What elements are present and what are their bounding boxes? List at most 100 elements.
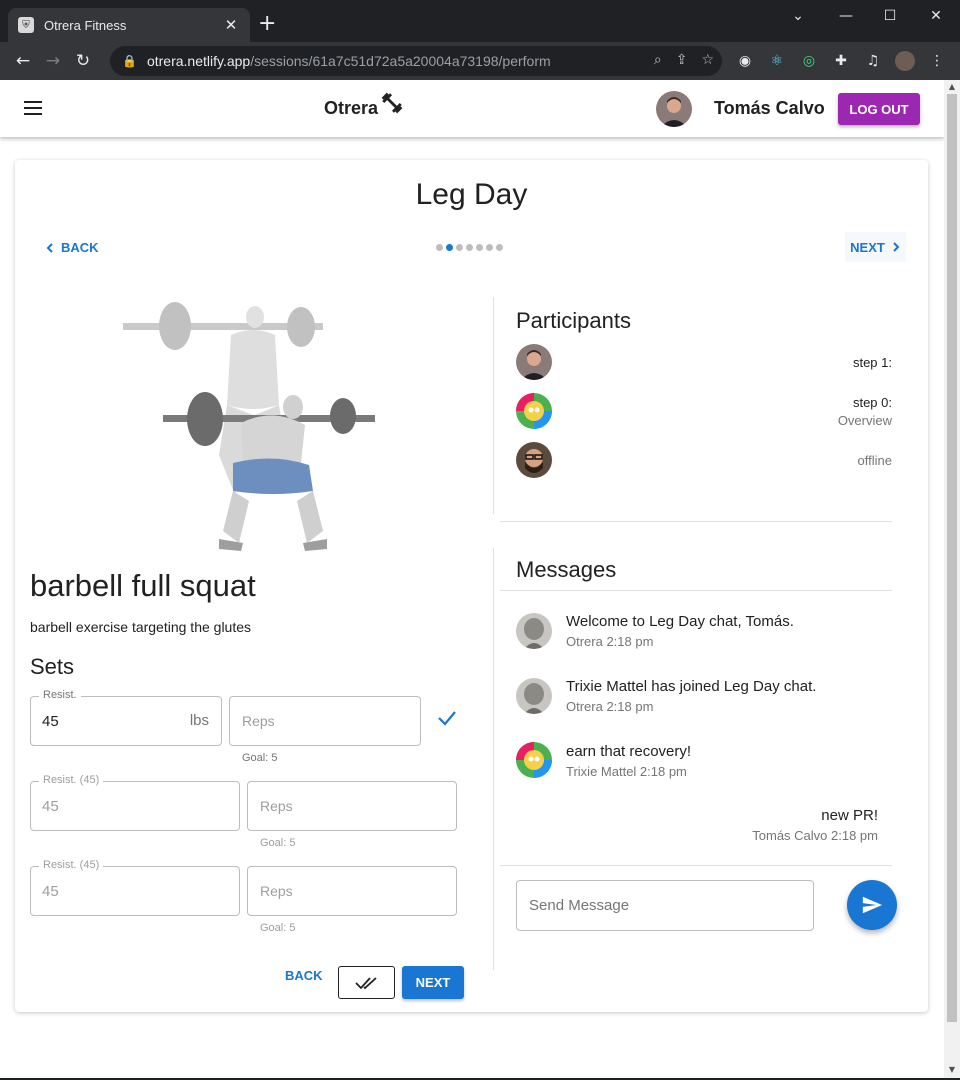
send-icon <box>862 896 883 914</box>
tab-title: Otrera Fitness <box>44 17 127 33</box>
otrera-statue-avatar <box>516 613 552 649</box>
step-dot <box>446 244 453 251</box>
share-icon[interactable]: ⇪ <box>676 52 688 68</box>
participant-status: offline <box>857 453 892 468</box>
browser-tab[interactable]: ⛨ Otrera Fitness ✕ <box>8 8 250 42</box>
bookmark-star-icon[interactable]: ☆ <box>701 52 714 68</box>
done-all-icon <box>354 976 377 989</box>
set-1-reps-field[interactable]: Reps <box>229 696 421 746</box>
minimize-icon[interactable]: — <box>836 8 856 24</box>
set-1-resistance-value: 45 <box>42 713 59 730</box>
mark-done-button[interactable] <box>338 966 395 999</box>
maximize-icon[interactable]: ☐ <box>880 8 900 24</box>
messages-title: Messages <box>516 557 617 582</box>
logout-button[interactable]: LOG OUT <box>838 93 920 125</box>
address-bar[interactable]: 🔒 otrera.netlify.app/sessions/61a7c51d72… <box>110 46 722 76</box>
media-control-icon[interactable]: ♫ <box>863 51 883 71</box>
extension-owl-icon[interactable]: ◉ <box>735 51 755 71</box>
participant-avatar[interactable] <box>516 442 552 478</box>
page-scrollbar[interactable]: ▲ ▼ <box>944 80 960 1078</box>
scroll-down-icon[interactable]: ▼ <box>944 1065 960 1074</box>
message-text: earn that recovery! <box>566 743 692 760</box>
message-text: Trixie Mattel has joined Leg Day chat. <box>566 678 817 695</box>
set-1-reps-placeholder: Reps <box>242 713 275 729</box>
column-divider-top <box>493 297 494 514</box>
set-3-reps-field[interactable]: Reps <box>247 866 457 916</box>
set-2-resistance-field[interactable]: Resist. (45) 45 <box>30 774 240 831</box>
participant-avatar[interactable] <box>516 344 552 380</box>
participant-step-name: Overview <box>837 413 892 428</box>
back-arrow-icon[interactable]: ← <box>8 51 38 71</box>
extensions-puzzle-icon[interactable]: ✚ <box>831 51 851 71</box>
set-2-reps-field[interactable]: Reps <box>247 781 457 831</box>
stepper-next-button[interactable]: NEXT <box>845 232 906 262</box>
set-1-goal: Goal: 5 <box>242 752 278 764</box>
step-dot <box>456 244 463 251</box>
exercise-next-button[interactable]: NEXT <box>402 966 464 999</box>
participant-avatar[interactable] <box>516 393 552 429</box>
reload-icon[interactable]: ↻ <box>68 51 98 71</box>
step-dot <box>496 244 503 251</box>
participant-status: step 1: <box>852 355 892 370</box>
set-3-reps-placeholder: Reps <box>260 883 293 899</box>
message-input[interactable]: Send Message <box>516 880 814 931</box>
set-1-resistance-field[interactable]: Resist. 45 lbs <box>30 689 222 746</box>
browser-tabstrip: ⛨ Otrera Fitness ✕ + ⌄ — ☐ ✕ <box>0 0 960 42</box>
brand-title[interactable]: Otrera <box>324 98 378 119</box>
own-message-text: new PR! <box>821 807 878 824</box>
stepper-back-label: BACK <box>61 240 99 255</box>
sets-title: Sets <box>30 654 75 679</box>
page-viewport: Otrera Tomás Calvo LOG OUT Leg Day BACK <box>0 80 944 1078</box>
set-2-reps-placeholder: Reps <box>260 798 293 814</box>
step-dot <box>486 244 493 251</box>
dumbbell-icon <box>381 92 403 114</box>
exercise-back-button[interactable]: BACK <box>285 968 323 983</box>
set-2-goal: Goal: 5 <box>260 837 296 849</box>
stepper-back-button[interactable]: BACK <box>45 240 99 255</box>
check-icon[interactable] <box>436 707 458 729</box>
new-tab-icon[interactable]: + <box>258 12 276 36</box>
participant-status: step 0: <box>852 395 892 410</box>
exercise-name: barbell full squat <box>30 568 256 603</box>
site-favicon-icon: ⛨ <box>18 17 34 33</box>
message-input-placeholder: Send Message <box>529 897 630 914</box>
browser-menu-icon[interactable]: ⋮ <box>927 51 947 71</box>
chevron-right-icon <box>893 242 900 252</box>
messages-title-divider <box>500 590 892 591</box>
user-avatar[interactable] <box>656 91 692 127</box>
scroll-up-icon[interactable]: ▲ <box>944 82 960 91</box>
zoom-icon[interactable]: ⌕ <box>654 52 662 68</box>
url-path: /sessions/61a7c51d72a5a20004a73198/perfo… <box>250 53 551 69</box>
workout-card: Leg Day BACK NEXT barbell full squat bar… <box>15 160 928 1012</box>
message-meta: Trixie Mattel 2:18 pm <box>566 764 687 779</box>
set-2-resistance-label: Resist. (45) <box>39 774 104 786</box>
step-dots <box>436 244 503 251</box>
workout-title: Leg Day <box>415 178 528 211</box>
step-dot <box>466 244 473 251</box>
scrollbar-thumb[interactable] <box>947 94 957 1022</box>
step-dot <box>476 244 483 251</box>
set-3-resistance-value: 45 <box>42 883 59 900</box>
participants-title: Participants <box>516 308 631 333</box>
close-window-icon[interactable]: ✕ <box>926 8 946 24</box>
lock-icon: 🔒 <box>122 54 137 68</box>
forward-arrow-icon[interactable]: → <box>38 51 68 71</box>
participants-divider <box>500 521 892 522</box>
react-devtools-icon[interactable]: ⚛ <box>767 51 787 71</box>
tab-search-chevron-icon[interactable]: ⌄ <box>788 8 808 24</box>
hamburger-menu-icon[interactable] <box>24 101 42 115</box>
step-dot <box>436 244 443 251</box>
set-3-resistance-field[interactable]: Resist. (45) 45 <box>30 859 240 916</box>
set-1-resistance-label: Resist. <box>39 689 81 701</box>
message-text: Welcome to Leg Day chat, Tomás. <box>566 613 794 630</box>
send-message-button[interactable] <box>847 880 897 930</box>
set-1-unit: lbs <box>189 712 209 729</box>
close-tab-icon[interactable]: ✕ <box>222 16 240 34</box>
profile-avatar-icon[interactable] <box>895 51 915 71</box>
set-3-goal: Goal: 5 <box>260 922 296 934</box>
stepper-next-label: NEXT <box>850 239 885 255</box>
url-host: otrera.netlify.app <box>146 53 251 69</box>
message-meta: Otrera 2:18 pm <box>566 634 654 649</box>
extension-ring-icon[interactable]: ◎ <box>799 51 819 71</box>
exercise-description: barbell exercise targeting the glutes <box>30 619 252 635</box>
